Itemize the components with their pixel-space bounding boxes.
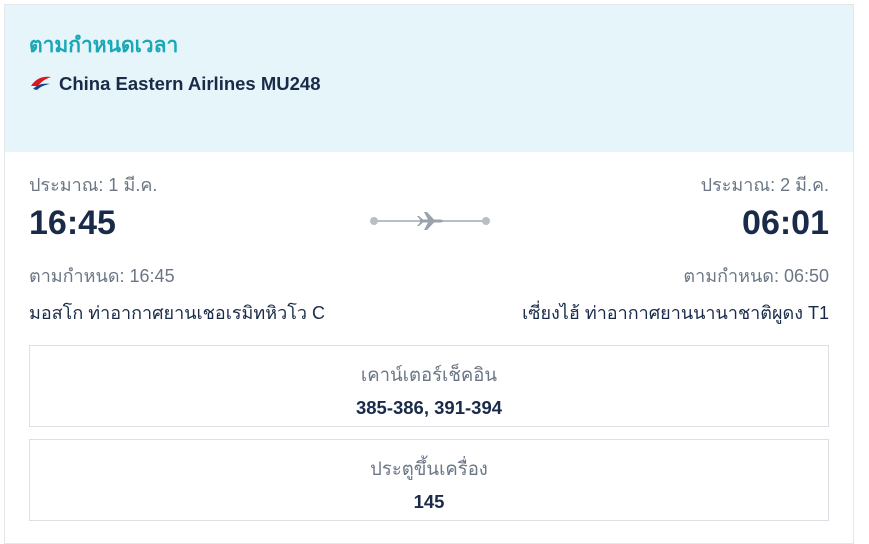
arrival-estimate: ประมาณ: 2 มี.ค. (700, 175, 829, 195)
boarding-gate-value: 145 (413, 491, 445, 512)
departure-estimate: ประมาณ: 1 มี.ค. (29, 175, 158, 195)
arrival-time: 06:01 (742, 204, 829, 242)
arrival-airport: เซี่ยงไฮ้ ท่าอากาศยานนานาชาติผูดง T1 (522, 303, 829, 323)
flight-header: ตามกำหนดเวลา China Eastern Airlines MU24… (5, 5, 853, 152)
boarding-gate-box: ประตูขึ้นเครื่อง 145 (29, 439, 829, 521)
airline-flight-number: China Eastern Airlines MU248 (59, 73, 321, 94)
china-eastern-logo-icon (31, 76, 51, 90)
departure-airport: มอสโก ท่าอากาศยานเชอเรมิทหิวโว C (29, 303, 325, 323)
flight-status: ตามกำหนดเวลา (29, 34, 179, 57)
checkin-counter-title: เคาน์เตอร์เช็คอิน (360, 364, 498, 385)
boarding-gate-title: ประตูขึ้นเครื่อง (370, 458, 488, 479)
checkin-counter-box: เคาน์เตอร์เช็คอิน 385-386, 391-394 (29, 345, 829, 427)
departure-time: 16:45 (29, 204, 116, 242)
arrival-scheduled: ตามกำหนด: 06:50 (683, 266, 829, 286)
flight-status-card: ตามกำหนดเวลา China Eastern Airlines MU24… (4, 4, 854, 544)
departure-scheduled: ตามกำหนด: 16:45 (29, 266, 175, 286)
route-line (370, 212, 490, 230)
checkin-counter-value: 385-386, 391-394 (355, 397, 503, 418)
airplane-icon (417, 212, 443, 230)
airline-row: China Eastern Airlines MU248 (29, 73, 320, 95)
